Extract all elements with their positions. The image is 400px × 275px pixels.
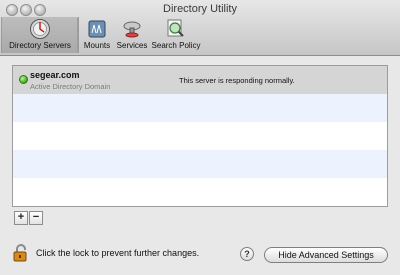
toolbar-label-search-policy: Search Policy <box>151 41 201 50</box>
toolbar-separator <box>77 18 78 52</box>
mounts-icon <box>88 20 106 38</box>
server-row[interactable]: segear.com Active Directory Domain This … <box>13 66 387 94</box>
toolbar-services[interactable]: Services <box>114 17 150 53</box>
server-name: segear.com <box>30 70 80 80</box>
hide-advanced-settings-button[interactable]: Hide Advanced Settings <box>264 247 388 263</box>
empty-row <box>13 94 387 122</box>
toolbar-label-services: Services <box>116 41 148 50</box>
server-type: Active Directory Domain <box>30 82 111 91</box>
add-server-button[interactable]: + <box>14 211 28 225</box>
status-ok-icon <box>19 75 28 84</box>
lock-status-text: Click the lock to prevent further change… <box>36 248 200 258</box>
server-status: This server is responding normally. <box>179 76 295 85</box>
remove-server-button[interactable]: − <box>29 211 43 225</box>
lock-icon[interactable] <box>13 244 29 262</box>
toolbar-label-directory-servers: Directory Servers <box>9 41 71 50</box>
toolbar-mounts[interactable]: Mounts <box>81 17 113 53</box>
empty-row <box>13 122 387 150</box>
empty-row <box>13 178 387 206</box>
toolbar: Directory Utility Directory Servers Moun… <box>0 0 400 56</box>
toolbar-directory-servers[interactable]: Directory Servers <box>1 17 79 53</box>
help-button[interactable]: ? <box>240 247 254 261</box>
window-title: Directory Utility <box>163 3 237 15</box>
directory-servers-list[interactable]: segear.com Active Directory Domain This … <box>12 65 388 207</box>
toolbar-search-policy[interactable]: Search Policy <box>151 17 201 53</box>
empty-row <box>13 150 387 178</box>
search-policy-icon <box>167 19 184 37</box>
directory-servers-icon <box>30 19 50 39</box>
directory-utility-window: Directory Utility Directory Servers Moun… <box>0 0 400 275</box>
toolbar-label-mounts: Mounts <box>83 41 111 50</box>
services-icon <box>123 21 141 38</box>
